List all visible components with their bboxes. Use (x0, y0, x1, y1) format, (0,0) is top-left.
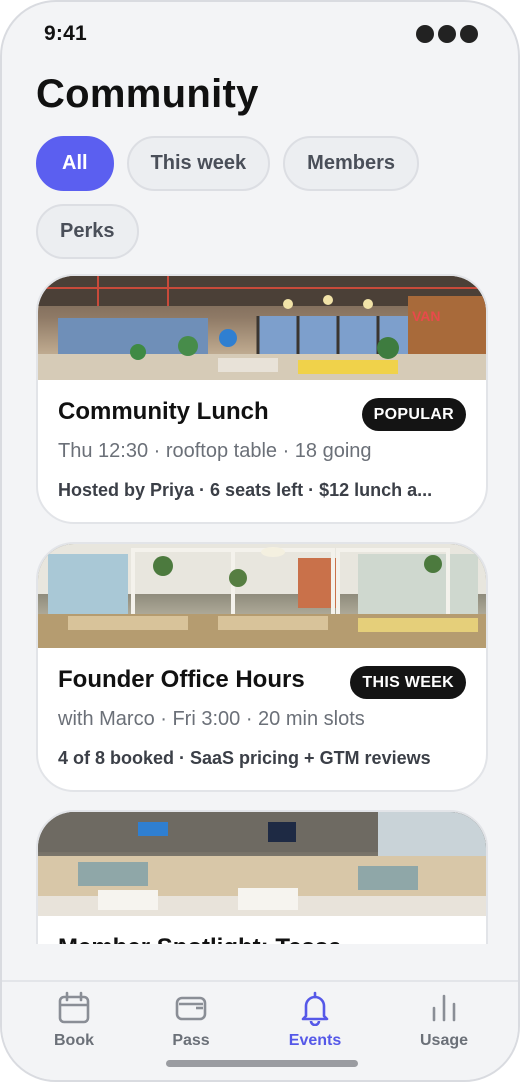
calendar-icon (58, 991, 90, 1024)
tab-label: Usage (419, 1032, 469, 1049)
tab-label: Book (54, 1032, 94, 1049)
svg-text:VAN: VAN (412, 308, 441, 324)
event-card[interactable]: VAN Community Lunch POPULAR Thu 12:30 · … (36, 274, 488, 524)
events-feed: VAN Community Lunch POPULAR Thu 12:30 · … (36, 274, 488, 944)
event-subtitle: with Marco · Fri 3:00 · 20 min slots (58, 708, 365, 730)
event-title: Member Spotlight: Tessa (58, 934, 466, 944)
filter-chip-this-week[interactable]: This week (126, 136, 271, 191)
event-meta: Hosted by Priya · 6 seats left · $12 lun… (58, 480, 433, 500)
cafe-photo: VAN (38, 276, 486, 380)
tab-pass[interactable]: Pass (136, 990, 246, 1050)
event-meta: 4 of 8 booked · SaaS pricing + GTM revie… (58, 748, 431, 768)
status-dot-icon (460, 25, 478, 43)
status-dot-icon (416, 25, 434, 43)
home-indicator[interactable] (166, 1060, 358, 1067)
event-card[interactable]: Founder Office Hours THIS WEEK with Marc… (36, 542, 488, 792)
bar-chart-icon (432, 994, 456, 1022)
workspace-photo (38, 812, 486, 916)
bell-icon (301, 991, 329, 1026)
event-card[interactable]: Member Spotlight: Tessa (36, 810, 488, 944)
tab-events[interactable]: Events (260, 990, 370, 1050)
status-indicators (416, 25, 478, 43)
filter-chip-perks[interactable]: Perks (36, 204, 139, 259)
phone-frame: 9:41 Community All This week Members Per… (0, 0, 520, 1082)
event-badge: POPULAR (361, 398, 466, 431)
event-photo (38, 544, 486, 648)
event-badge: THIS WEEK (350, 666, 466, 699)
filter-chips: All This week Members Perks (36, 136, 456, 259)
event-photo: VAN (38, 276, 486, 380)
wallet-icon (175, 996, 207, 1021)
event-photo (38, 812, 486, 916)
tab-label: Events (288, 1032, 342, 1049)
tab-label: Pass (172, 1032, 210, 1049)
tab-usage[interactable]: Usage (389, 990, 499, 1050)
tab-book[interactable]: Book (19, 990, 129, 1050)
status-bar: 9:41 (44, 22, 478, 48)
page-title: Community (36, 72, 259, 116)
status-time: 9:41 (44, 22, 87, 45)
filter-chip-all[interactable]: All (36, 136, 114, 191)
filter-chip-members[interactable]: Members (283, 136, 419, 191)
event-subtitle: Thu 12:30 · rooftop table · 18 going (58, 440, 372, 462)
office-photo (38, 544, 486, 648)
status-dot-icon (438, 25, 456, 43)
